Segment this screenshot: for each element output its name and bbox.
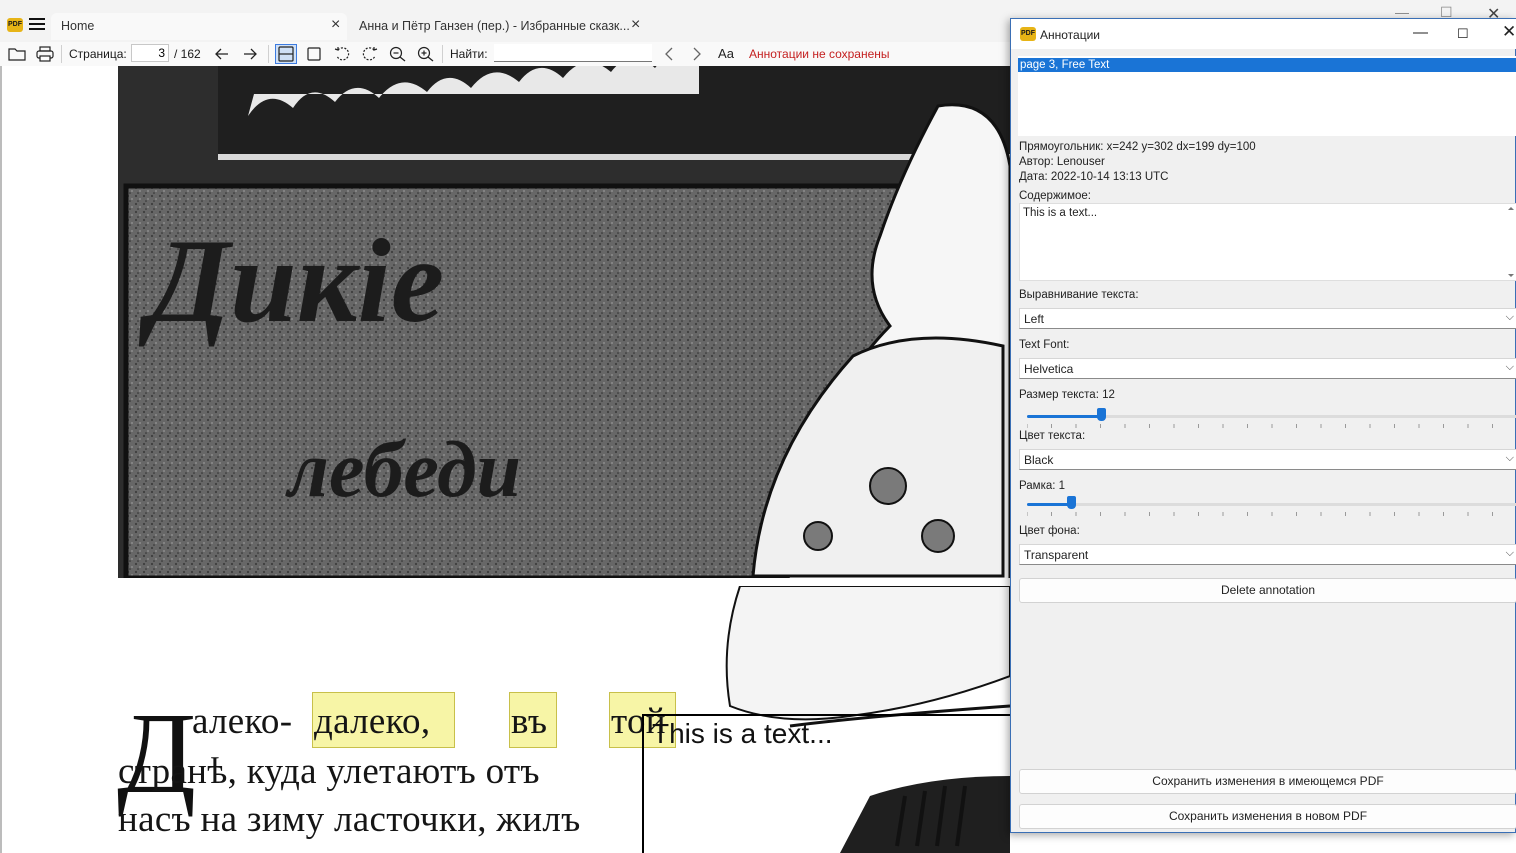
content-textarea[interactable]: This is a text...	[1019, 203, 1516, 281]
find-input[interactable]	[494, 44, 652, 62]
text-line-1-prefix: алеко-	[192, 701, 293, 742]
free-text-annotation-text[interactable]: This is a text...	[652, 718, 833, 750]
illustration-title-1: Дикіе	[138, 214, 444, 347]
app-logo-icon: PDF	[7, 18, 23, 32]
font-label: Text Font:	[1019, 339, 1070, 351]
background-color-select[interactable]: Transparent ⌵	[1019, 544, 1516, 565]
chevron-right-icon[interactable]	[690, 46, 704, 62]
chevron-down-icon: ⌵	[1505, 311, 1514, 323]
tab-document[interactable]: Анна и Пётр Ганзен (пер.) - Избранные ск…	[349, 13, 649, 40]
tab-home-label: Home	[61, 19, 95, 33]
text-line-3: насъ на зиму ласточки, жилъ	[118, 799, 581, 840]
print-icon[interactable]	[36, 46, 54, 62]
annotation-author-info: Автор: Lenouser	[1019, 156, 1105, 168]
slider-fill	[1027, 415, 1101, 418]
page-label: Страница:	[69, 47, 127, 61]
unsaved-status: Аннотации не сохранены	[749, 47, 890, 61]
match-case-icon[interactable]: Aa	[716, 46, 736, 62]
open-folder-icon[interactable]	[8, 46, 26, 62]
slider-ticks	[1027, 512, 1493, 516]
highlighted-word: въ	[511, 701, 548, 742]
toolbar-separator	[61, 45, 62, 63]
font-select[interactable]: Helvetica ⌵	[1019, 358, 1516, 379]
annotation-list-item-selected[interactable]: page 3, Free Text	[1018, 58, 1516, 72]
page-number-input[interactable]	[131, 44, 169, 62]
illustration-title-2: лебеди	[285, 426, 521, 514]
text-color-label: Цвет текста:	[1019, 430, 1086, 442]
slider-thumb[interactable]	[1097, 408, 1106, 421]
tab-home[interactable]: Home ×	[51, 13, 347, 40]
content-value: This is a text...	[1023, 207, 1098, 219]
page-total: / 162	[174, 47, 201, 61]
annotation-rect-info: Прямоугольник: x=242 y=302 dx=199 dy=100	[1019, 141, 1256, 153]
slider-thumb[interactable]	[1067, 496, 1076, 509]
border-slider[interactable]	[1019, 496, 1516, 518]
background-color-label: Цвет фона:	[1019, 525, 1080, 537]
document-viewer[interactable]: Дикіе лебеди Д алеко- далеко, въ той стр…	[0, 66, 1010, 853]
delete-annotation-button[interactable]: Delete annotation	[1019, 578, 1516, 603]
background-color-select-value: Transparent	[1024, 548, 1089, 562]
chevron-down-icon: ⌵	[1505, 361, 1514, 373]
fit-width-button[interactable]	[275, 44, 297, 64]
zoom-out-icon[interactable]	[389, 46, 407, 62]
content-label: Содержимое:	[1019, 190, 1091, 202]
align-select[interactable]: Left ⌵	[1019, 308, 1516, 329]
annotations-title-bar[interactable]: PDF Аннотации — ☐ ✕	[1011, 19, 1516, 49]
text-size-label: Размер текста: 12	[1019, 389, 1115, 401]
menu-icon[interactable]	[29, 18, 45, 32]
annotations-title: Аннотации	[1040, 28, 1100, 42]
rotate-left-icon[interactable]	[334, 46, 350, 62]
annotations-minimize-icon[interactable]: —	[1413, 24, 1428, 41]
fit-page-icon[interactable]	[306, 46, 322, 62]
slider-track	[1027, 503, 1516, 506]
annotations-window: PDF Аннотации — ☐ ✕ page 3, Free Text Пр…	[1010, 18, 1516, 833]
arrow-left-icon[interactable]	[214, 46, 230, 62]
chevron-down-icon: ⌵	[1505, 547, 1514, 559]
tab-document-close-icon[interactable]: ×	[631, 16, 640, 34]
toolbar-separator	[268, 45, 269, 63]
find-label: Найти:	[450, 47, 488, 61]
slider-ticks	[1027, 424, 1493, 428]
tab-home-close-icon[interactable]: ×	[331, 16, 340, 34]
text-size-slider[interactable]	[1019, 408, 1516, 430]
app-logo-icon: PDF	[1020, 27, 1036, 41]
chevron-left-icon[interactable]	[662, 46, 676, 62]
chevron-down-icon: ⌵	[1505, 452, 1514, 464]
page-illustration: Дикіе лебеди	[118, 66, 1010, 586]
annotation-date-info: Дата: 2022-10-14 13:13 UTC	[1019, 171, 1169, 183]
annotation-list[interactable]: page 3, Free Text	[1018, 56, 1516, 136]
viewer-border	[0, 66, 2, 853]
annotations-close-icon[interactable]: ✕	[1502, 22, 1516, 42]
border-label: Рамка: 1	[1019, 480, 1066, 492]
text-line-2: странѣ, куда улетаютъ отъ	[118, 751, 540, 792]
zoom-in-icon[interactable]	[417, 46, 435, 62]
fit-width-icon	[278, 46, 294, 62]
content-scrollbar[interactable]	[1506, 204, 1516, 280]
annotations-maximize-icon[interactable]: ☐	[1457, 26, 1469, 42]
align-select-value: Left	[1024, 312, 1045, 326]
slider-fill	[1027, 503, 1071, 506]
highlighted-word: далеко,	[314, 701, 431, 742]
rotate-right-icon[interactable]	[362, 46, 378, 62]
tab-document-label: Анна и Пётр Ганзен (пер.) - Избранные ск…	[359, 19, 630, 33]
font-select-value: Helvetica	[1024, 362, 1074, 376]
arrow-right-icon[interactable]	[242, 46, 258, 62]
toolbar-separator	[442, 45, 443, 63]
align-label: Выравнивание текста:	[1019, 289, 1139, 301]
text-color-select[interactable]: Black ⌵	[1019, 449, 1516, 470]
save-existing-pdf-button[interactable]: Сохранить изменения в имеющемся PDF	[1019, 769, 1516, 794]
text-color-select-value: Black	[1024, 453, 1054, 467]
save-new-pdf-button[interactable]: Сохранить изменения в новом PDF	[1019, 804, 1516, 829]
